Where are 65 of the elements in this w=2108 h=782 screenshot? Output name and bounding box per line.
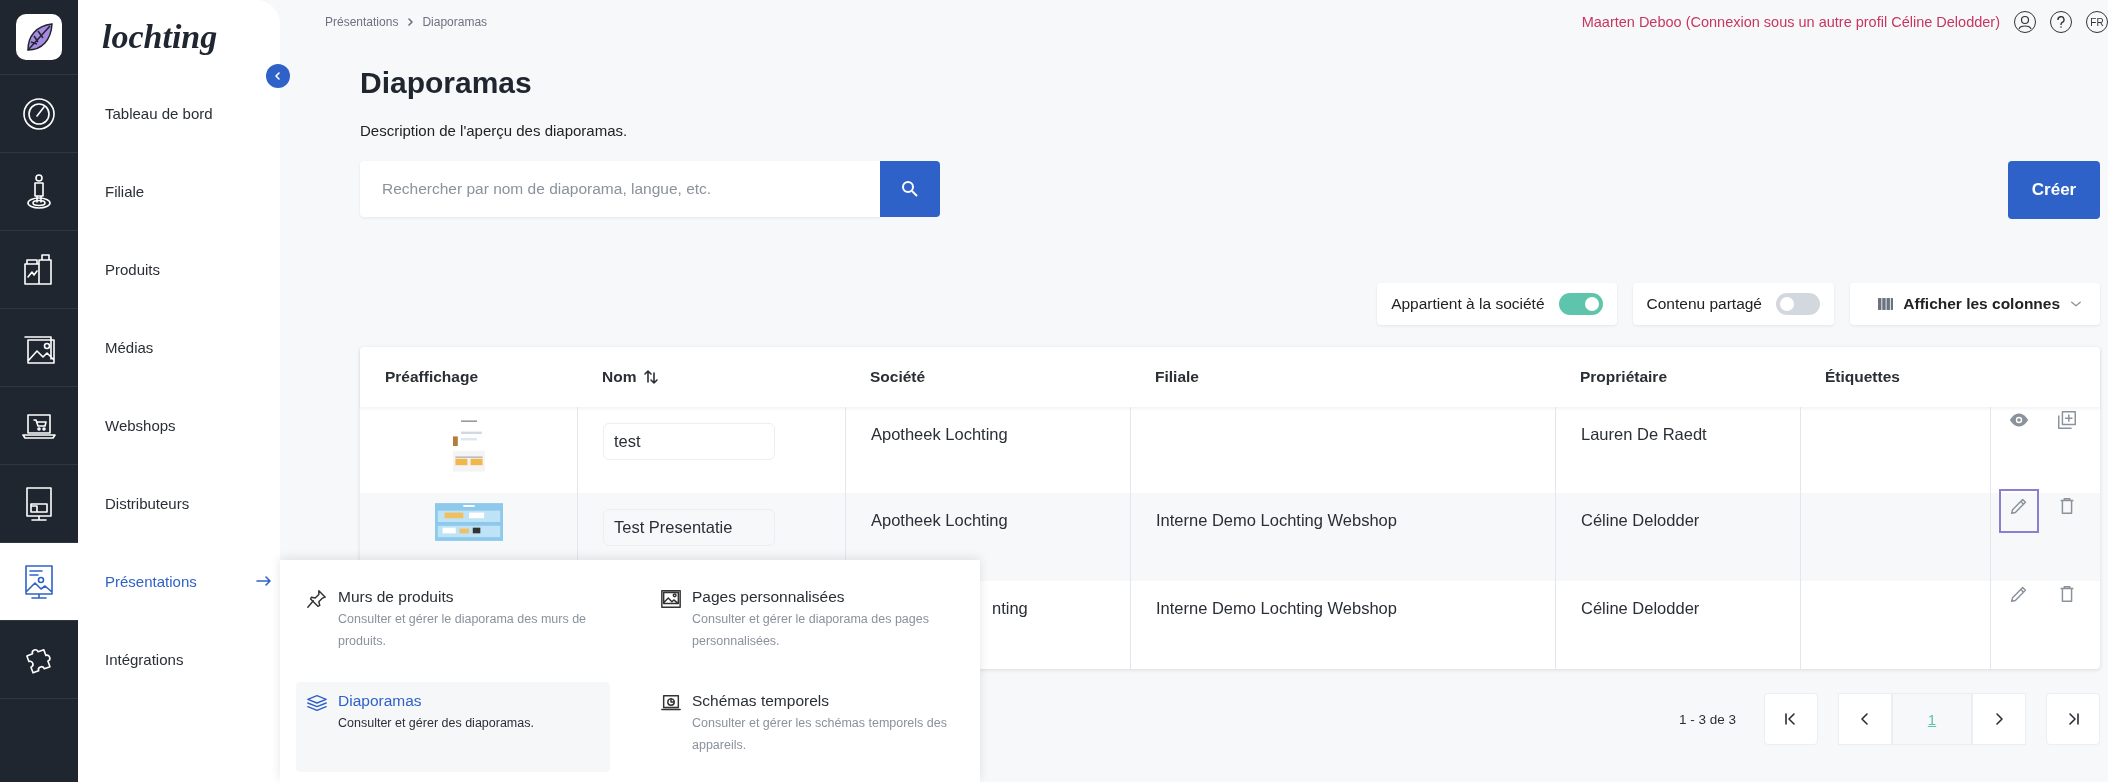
breadcrumb-link[interactable]: Présentations <box>325 15 399 29</box>
toggle-switch[interactable] <box>1776 293 1820 315</box>
sidebar-item[interactable]: Produits <box>78 230 280 308</box>
table-cell: Lauren De Raedt <box>1581 425 1707 443</box>
chevron-down-icon <box>2070 299 2082 309</box>
pencil-button[interactable] <box>1999 489 2039 533</box>
columns-icon <box>1878 297 1894 311</box>
sidebar-item[interactable]: Tableau de bord <box>78 74 280 152</box>
column-header: Étiquettes <box>1825 368 1900 386</box>
chevron-left-icon <box>1860 712 1870 726</box>
sidebar-item[interactable]: Webshops <box>78 386 280 464</box>
page-description: Description de l'aperçu des diaporamas. <box>360 122 629 139</box>
question-icon <box>2056 16 2066 28</box>
name-field[interactable]: Test Presentatie <box>603 509 775 546</box>
create-button[interactable]: Créer <box>2008 161 2100 219</box>
table-cell: Céline Delodder <box>1581 599 1700 617</box>
leaf-logo-icon <box>16 14 62 60</box>
sort-icon[interactable] <box>644 369 659 385</box>
toggle-label: Contenu partagé <box>1646 295 1762 313</box>
columns-button[interactable]: Afficher les colonnes <box>1850 283 2100 325</box>
column-header: Propriétaire <box>1580 368 1667 386</box>
table-cell: Céline Delodder <box>1581 511 1700 529</box>
first-page-button[interactable] <box>1764 693 1818 745</box>
first-page-icon <box>1784 712 1798 726</box>
submenu-item[interactable]: Pages personnalisées Consulter et gérer le diaporama des pages personnalisées. <box>650 578 964 668</box>
sidebar-item[interactable]: Présentations <box>78 542 280 620</box>
submenu-item[interactable]: Schémas temporels Consulter et gérer les schémas temporels des appareils. <box>650 682 964 772</box>
pin-icon <box>306 588 328 610</box>
sidebar-item[interactable]: Distributeurs <box>78 464 280 542</box>
breadcrumb-link[interactable]: Diaporamas <box>422 15 488 29</box>
column-header: Filiale <box>1155 368 1199 386</box>
wordmark-logo: lochting <box>101 17 219 57</box>
table-cell: nting <box>992 599 1028 617</box>
toggle-switch[interactable] <box>1558 293 1603 315</box>
page-title: Diaporamas <box>360 66 533 100</box>
column-header: Préaffichage <box>385 368 479 386</box>
search-icon <box>901 180 919 198</box>
duplicate-icon <box>2056 409 2078 431</box>
sidebar-item[interactable]: Filiale <box>78 152 280 230</box>
table-cell: Apotheek Lochting <box>871 425 1008 443</box>
sidebar-item[interactable]: Médias <box>78 308 280 386</box>
column-header: Société <box>870 368 926 386</box>
person-icon <box>2017 14 2033 30</box>
sidebar-item[interactable]: Intégrations <box>78 620 280 698</box>
submenu-item[interactable]: Diaporamas Consulter et gérer des diaporamas. <box>296 682 610 772</box>
image-icon <box>660 588 682 610</box>
search-field[interactable]: Rechercher par nom de diaporama, langue, etc. <box>360 161 880 217</box>
column-header[interactable]: Nom <box>602 368 637 386</box>
name-field[interactable]: test <box>603 423 775 460</box>
chevron-right-icon <box>1994 712 2004 726</box>
last-page-button[interactable] <box>2046 693 2100 745</box>
search-button[interactable] <box>880 161 940 217</box>
layers-icon <box>306 692 328 714</box>
submenu-item[interactable]: Murs de produits Consulter et gérer le diaporama des murs de produits. <box>296 578 610 668</box>
last-page-icon <box>2066 712 2080 726</box>
arrow-right-icon <box>256 576 272 586</box>
table-cell: Apotheek Lochting <box>871 511 1008 529</box>
collapse-button[interactable] <box>266 64 290 88</box>
table-cell: Interne Demo Lochting Webshop <box>1156 599 1397 617</box>
chevron-right-icon <box>406 18 415 26</box>
user-name: Maarten Deboo (Connexion sous un autre profil Céline Delodder) <box>1581 14 2000 30</box>
table-cell: Interne Demo Lochting Webshop <box>1156 511 1397 529</box>
toggle-label: Appartient à la société <box>1391 295 1545 313</box>
page-range: 1 - 3 de 3 <box>1678 711 1736 727</box>
chevron-left-icon <box>273 71 283 81</box>
